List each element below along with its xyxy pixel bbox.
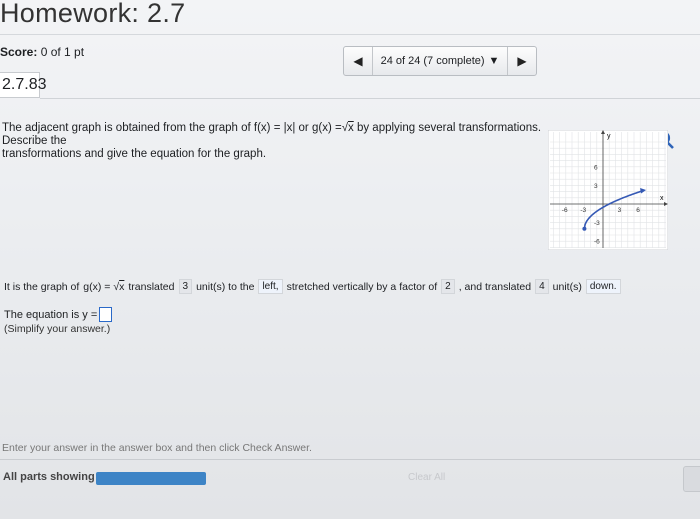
x-tick-label: -6 — [562, 207, 568, 214]
clear-all-button[interactable]: Clear All — [408, 472, 445, 483]
simplify-hint: (Simplify your answer.) — [4, 323, 111, 335]
divider — [40, 98, 700, 99]
answer-g-radicand: x — [119, 280, 125, 293]
parts-progress-fill — [96, 472, 206, 485]
prompt-text: transformations and give the equation fo… — [2, 148, 267, 160]
answer-text: It is the graph of — [4, 280, 80, 293]
check-answer-button[interactable] — [683, 466, 700, 492]
x-tick-label: 6 — [636, 207, 640, 214]
dropdown-triangle-icon: ▼ — [488, 55, 500, 67]
answer-text: unit(s) — [552, 280, 582, 293]
question-progress-label: 24 of 24 (7 complete) — [380, 55, 485, 67]
equation-line: The equation is y = — [4, 307, 113, 322]
question-number: 2.7.83 — [0, 72, 46, 98]
prompt-text: or — [298, 122, 309, 134]
answer-text: translated — [128, 280, 175, 293]
answer-g-label: g(x) = — [83, 280, 111, 293]
answer-function: g(x) = √x — [83, 280, 125, 293]
f-expression: f(x) = |x| — [253, 122, 296, 134]
y-tick-label: -6 — [594, 239, 600, 246]
equation-answer-box[interactable] — [99, 307, 113, 322]
y-tick-label: 3 — [594, 183, 598, 190]
y-tick-label: -3 — [594, 220, 600, 227]
question-select-dropdown[interactable]: 24 of 24 (7 complete) ▼ — [372, 47, 508, 75]
x-tick-label: 3 — [618, 207, 622, 214]
score-value: 0 of 1 pt — [40, 45, 85, 59]
answer-sentence: It is the graph of g(x) = √x translated … — [4, 279, 621, 294]
next-question-button[interactable]: ▶ — [508, 47, 536, 75]
x-axis-label: x — [660, 195, 664, 202]
g-radicand: x — [348, 122, 354, 134]
vertical-direction-dropdown[interactable]: down. — [585, 279, 621, 294]
left-triangle-icon: ◀ — [353, 54, 363, 68]
score: Score: 0 of 1 pt — [0, 45, 84, 59]
g-expression: g(x) = — [311, 122, 342, 134]
score-label: Score: — [0, 45, 38, 59]
prev-question-button[interactable]: ◀ — [344, 47, 372, 75]
right-triangle-icon: ▶ — [517, 54, 527, 68]
stretch-factor-field[interactable]: 2 — [441, 279, 455, 294]
x-tick-label: -3 — [580, 207, 586, 214]
instructions: Enter your answer in the answer box and … — [2, 442, 312, 454]
question-navigator: ◀ 24 of 24 (7 complete) ▼ ▶ — [343, 46, 537, 76]
y-tick-label: 6 — [594, 164, 598, 171]
transformation-graph: x y -6 -3 3 6 6 3 -3 -6 — [548, 130, 668, 250]
divider — [0, 34, 700, 35]
parts-showing-label: All parts showing — [3, 471, 95, 483]
vertical-shift-field[interactable]: 4 — [535, 279, 549, 294]
equation-label: The equation is y = — [4, 308, 98, 321]
y-axis-label: y — [607, 133, 611, 140]
answer-text: unit(s) to the — [196, 280, 255, 293]
divider — [0, 459, 700, 460]
direction-dropdown[interactable]: left, — [258, 279, 283, 294]
curve-start-point — [582, 226, 587, 231]
prompt-text: The adjacent graph is obtained from the … — [2, 122, 251, 134]
question-prompt: The adjacent graph is obtained from the … — [2, 122, 542, 160]
parts-progress-bar — [96, 472, 206, 485]
horizontal-shift-field[interactable]: 3 — [178, 279, 193, 294]
answer-text: stretched vertically by a factor of — [286, 280, 438, 293]
answer-text: , and translated — [458, 280, 532, 293]
page-title: Homework: 2.7 — [0, 0, 186, 28]
